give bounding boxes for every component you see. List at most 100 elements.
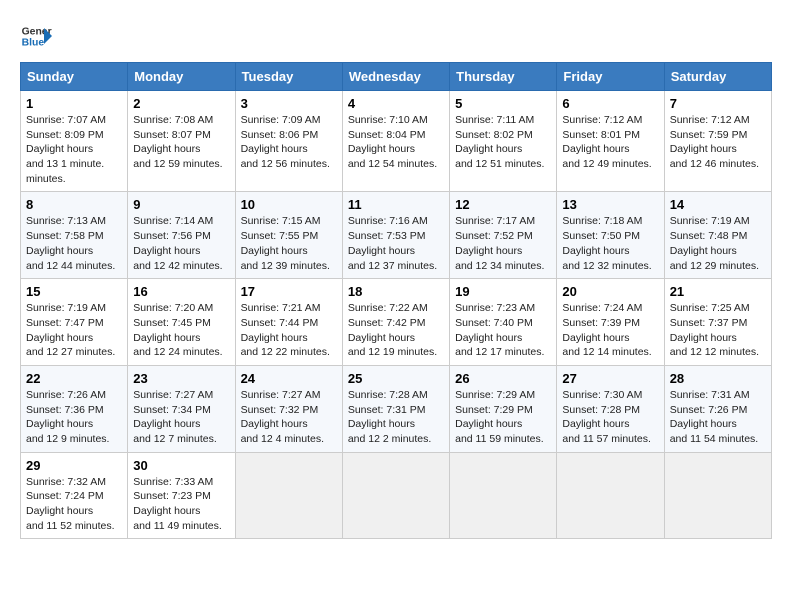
day-cell-4: 4 Sunrise: 7:10 AMSunset: 8:04 PMDaylight…: [342, 91, 449, 192]
day-number: 24: [241, 371, 337, 386]
day-info: Sunrise: 7:27 AMSunset: 7:34 PMDaylight …: [133, 389, 216, 445]
day-cell-27: 27Sunrise: 7:30 AMSunset: 7:28 PMDayligh…: [557, 365, 664, 452]
day-info: Sunrise: 7:11 AMSunset: 8:02 PMDaylight …: [455, 114, 544, 170]
empty-cell: [342, 452, 449, 539]
day-cell-24: 24 Sunrise: 7:27 AMSunset: 7:32 PMDayligh…: [235, 365, 342, 452]
day-number: 21: [670, 284, 766, 299]
week-row-2: 8 Sunrise: 7:13 AMSunset: 7:58 PMDaylight…: [21, 192, 772, 279]
header-thursday: Thursday: [450, 63, 557, 91]
day-info: Sunrise: 7:27 AMSunset: 7:32 PMDaylight …: [241, 389, 324, 445]
day-number: 26: [455, 371, 551, 386]
day-number: 16: [133, 284, 229, 299]
day-cell-23: 23 Sunrise: 7:27 AMSunset: 7:34 PMDayligh…: [128, 365, 235, 452]
day-cell-22: 22Sunrise: 7:26 AMSunset: 7:36 PMDayligh…: [21, 365, 128, 452]
header-tuesday: Tuesday: [235, 63, 342, 91]
day-info: Sunrise: 7:22 AMSunset: 7:42 PMDaylight …: [348, 302, 437, 358]
day-info: Sunrise: 7:12 AMSunset: 7:59 PMDaylight …: [670, 114, 759, 170]
logo-icon: General Blue: [20, 20, 52, 52]
day-info: Sunrise: 7:33 AMSunset: 7:23 PMDaylight …: [133, 476, 222, 532]
day-cell-30: 30 Sunrise: 7:33 AMSunset: 7:23 PMDayligh…: [128, 452, 235, 539]
day-number: 5: [455, 96, 551, 111]
day-number: 1: [26, 96, 122, 111]
day-number: 17: [241, 284, 337, 299]
header-saturday: Saturday: [664, 63, 771, 91]
header-friday: Friday: [557, 63, 664, 91]
day-number: 15: [26, 284, 122, 299]
day-info: Sunrise: 7:07 AMSunset: 8:09 PMDaylight …: [26, 114, 106, 185]
day-number: 10: [241, 197, 337, 212]
day-info: Sunrise: 7:19 AMSunset: 7:47 PMDaylight …: [26, 302, 115, 358]
day-info: Sunrise: 7:18 AMSunset: 7:50 PMDaylight …: [562, 215, 651, 271]
day-cell-17: 17 Sunrise: 7:21 AMSunset: 7:44 PMDayligh…: [235, 279, 342, 366]
day-cell-9: 9Sunrise: 7:14 AMSunset: 7:56 PMDaylight…: [128, 192, 235, 279]
day-number: 20: [562, 284, 658, 299]
day-number: 27: [562, 371, 658, 386]
day-cell-12: 12 Sunrise: 7:17 AMSunset: 7:52 PMDayligh…: [450, 192, 557, 279]
day-number: 4: [348, 96, 444, 111]
day-info: Sunrise: 7:10 AMSunset: 8:04 PMDaylight …: [348, 114, 437, 170]
day-info: Sunrise: 7:21 AMSunset: 7:44 PMDaylight …: [241, 302, 330, 358]
day-info: Sunrise: 7:25 AMSunset: 7:37 PMDaylight …: [670, 302, 759, 358]
week-row-4: 22Sunrise: 7:26 AMSunset: 7:36 PMDayligh…: [21, 365, 772, 452]
week-row-3: 15 Sunrise: 7:19 AMSunset: 7:47 PMDayligh…: [21, 279, 772, 366]
day-cell-28: 28Sunrise: 7:31 AMSunset: 7:26 PMDayligh…: [664, 365, 771, 452]
empty-cell: [450, 452, 557, 539]
day-number: 14: [670, 197, 766, 212]
day-info: Sunrise: 7:15 AMSunset: 7:55 PMDaylight …: [241, 215, 330, 271]
day-info: Sunrise: 7:16 AMSunset: 7:53 PMDaylight …: [348, 215, 437, 271]
day-cell-6: 6 Sunrise: 7:12 AMSunset: 8:01 PMDaylight…: [557, 91, 664, 192]
day-info: Sunrise: 7:20 AMSunset: 7:45 PMDaylight …: [133, 302, 222, 358]
day-info: Sunrise: 7:32 AMSunset: 7:24 PMDaylight …: [26, 476, 115, 532]
empty-cell: [557, 452, 664, 539]
day-number: 7: [670, 96, 766, 111]
week-row-1: 1 Sunrise: 7:07 AMSunset: 8:09 PMDaylight…: [21, 91, 772, 192]
header-wednesday: Wednesday: [342, 63, 449, 91]
day-cell-19: 19Sunrise: 7:23 AMSunset: 7:40 PMDayligh…: [450, 279, 557, 366]
day-info: Sunrise: 7:08 AMSunset: 8:07 PMDaylight …: [133, 114, 222, 170]
day-cell-2: 2 Sunrise: 7:08 AMSunset: 8:07 PMDaylight…: [128, 91, 235, 192]
empty-cell: [235, 452, 342, 539]
day-cell-29: 29 Sunrise: 7:32 AMSunset: 7:24 PMDayligh…: [21, 452, 128, 539]
day-info: Sunrise: 7:19 AMSunset: 7:48 PMDaylight …: [670, 215, 759, 271]
day-info: Sunrise: 7:13 AMSunset: 7:58 PMDaylight …: [26, 215, 115, 271]
day-cell-21: 21 Sunrise: 7:25 AMSunset: 7:37 PMDayligh…: [664, 279, 771, 366]
logo: General Blue: [20, 20, 52, 52]
calendar-table: SundayMondayTuesdayWednesdayThursdayFrid…: [20, 62, 772, 539]
day-info: Sunrise: 7:28 AMSunset: 7:31 PMDaylight …: [348, 389, 431, 445]
day-number: 13: [562, 197, 658, 212]
day-cell-10: 10 Sunrise: 7:15 AMSunset: 7:55 PMDayligh…: [235, 192, 342, 279]
day-number: 11: [348, 197, 444, 212]
day-number: 28: [670, 371, 766, 386]
day-number: 22: [26, 371, 122, 386]
day-number: 8: [26, 197, 122, 212]
header-sunday: Sunday: [21, 63, 128, 91]
day-info: Sunrise: 7:17 AMSunset: 7:52 PMDaylight …: [455, 215, 544, 271]
day-info: Sunrise: 7:09 AMSunset: 8:06 PMDaylight …: [241, 114, 330, 170]
page-header: General Blue: [20, 20, 772, 52]
header-row: SundayMondayTuesdayWednesdayThursdayFrid…: [21, 63, 772, 91]
day-cell-7: 7 Sunrise: 7:12 AMSunset: 7:59 PMDaylight…: [664, 91, 771, 192]
day-info: Sunrise: 7:12 AMSunset: 8:01 PMDaylight …: [562, 114, 651, 170]
day-cell-3: 3 Sunrise: 7:09 AMSunset: 8:06 PMDaylight…: [235, 91, 342, 192]
day-number: 9: [133, 197, 229, 212]
day-cell-11: 11 Sunrise: 7:16 AMSunset: 7:53 PMDayligh…: [342, 192, 449, 279]
day-info: Sunrise: 7:29 AMSunset: 7:29 PMDaylight …: [455, 389, 544, 445]
day-number: 2: [133, 96, 229, 111]
day-number: 29: [26, 458, 122, 473]
day-cell-1: 1 Sunrise: 7:07 AMSunset: 8:09 PMDaylight…: [21, 91, 128, 192]
day-number: 23: [133, 371, 229, 386]
day-number: 25: [348, 371, 444, 386]
header-monday: Monday: [128, 63, 235, 91]
svg-text:Blue: Blue: [22, 38, 45, 49]
day-cell-26: 26 Sunrise: 7:29 AMSunset: 7:29 PMDayligh…: [450, 365, 557, 452]
day-cell-18: 18 Sunrise: 7:22 AMSunset: 7:42 PMDayligh…: [342, 279, 449, 366]
day-cell-16: 16 Sunrise: 7:20 AMSunset: 7:45 PMDayligh…: [128, 279, 235, 366]
day-cell-14: 14 Sunrise: 7:19 AMSunset: 7:48 PMDayligh…: [664, 192, 771, 279]
day-number: 6: [562, 96, 658, 111]
day-number: 12: [455, 197, 551, 212]
day-cell-15: 15 Sunrise: 7:19 AMSunset: 7:47 PMDayligh…: [21, 279, 128, 366]
day-number: 30: [133, 458, 229, 473]
day-number: 3: [241, 96, 337, 111]
day-number: 18: [348, 284, 444, 299]
day-cell-25: 25 Sunrise: 7:28 AMSunset: 7:31 PMDayligh…: [342, 365, 449, 452]
